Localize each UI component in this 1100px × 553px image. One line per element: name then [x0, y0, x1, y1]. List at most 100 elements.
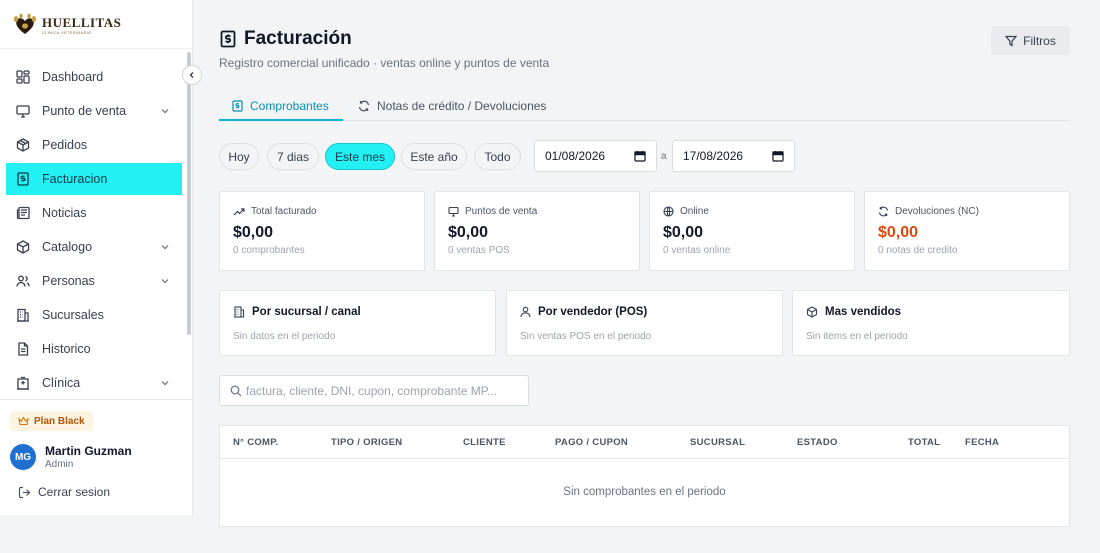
users-icon: [16, 274, 30, 288]
range-chip-todo[interactable]: Todo: [474, 143, 521, 170]
refresh-icon: [878, 206, 889, 217]
column-header[interactable]: N° COMP.: [233, 437, 279, 448]
stat-label: Online: [663, 206, 709, 217]
panel-empty-text: Sin ventas POS en el periodo: [520, 331, 652, 342]
column-header[interactable]: SUCURSAL: [690, 437, 745, 448]
page-subtitle: Registro comercial unificado · ventas on…: [219, 56, 550, 70]
avatar[interactable]: MG: [10, 444, 36, 470]
panel-title-text: Por vendedor (POS): [538, 306, 648, 318]
invoice-icon: [16, 172, 30, 186]
sidebar-item-label: Dashboard: [42, 70, 104, 84]
filters-button[interactable]: Filtros: [991, 26, 1070, 55]
calendar-icon: [634, 150, 646, 162]
sidebar-item-sucursales[interactable]: Sucursales: [6, 299, 182, 331]
sidebar-item-punto-de-venta[interactable]: Punto de venta: [6, 95, 182, 127]
panel-title: Por sucursal / canal: [233, 306, 361, 318]
user-icon: [520, 306, 531, 318]
package-icon: [16, 138, 30, 152]
date-to-input[interactable]: 17/08/2026: [672, 140, 795, 172]
stat-label: Total facturado: [233, 206, 317, 217]
sidebar-footer-divider: [0, 399, 193, 400]
sidebar-item-facturacion[interactable]: Facturacion: [6, 163, 182, 195]
hospital-icon: [16, 376, 30, 390]
box-icon: [806, 306, 818, 318]
building-icon: [16, 308, 30, 322]
active-tab-indicator: [219, 119, 343, 121]
page-title-text: Facturación: [244, 28, 352, 49]
sidebar-item-dashboard[interactable]: Dashboard: [6, 61, 182, 93]
panel-por-vendedor: Por vendedor (POS) Sin ventas POS en el …: [506, 290, 783, 356]
sidebar-item-label: Noticias: [42, 206, 87, 220]
stat-value: $0,00: [878, 224, 919, 241]
stat-label-text: Total facturado: [251, 206, 317, 217]
globe-icon: [663, 206, 674, 217]
date-to-value: 17/08/2026: [683, 149, 744, 163]
tab-notas-de-credito[interactable]: Notas de crédito / Devoluciones: [358, 90, 546, 121]
panel-empty-text: Sin items en el periodo: [806, 331, 908, 342]
sidebar-item-historico[interactable]: Historico: [6, 333, 182, 365]
tab-bar: Comprobantes Notas de crédito / Devoluci…: [219, 90, 1070, 121]
plan-badge: Plan Black: [10, 411, 93, 431]
search-box[interactable]: [219, 375, 529, 406]
brand-tagline: CLINICA VETERINARIA: [42, 29, 92, 35]
range-chip-este-mes[interactable]: Este mes: [325, 143, 395, 170]
stat-label-text: Puntos de venta: [465, 206, 538, 217]
sidebar: HUELLITAS CLINICA VETERINARIA Dashboard …: [0, 0, 193, 515]
column-header[interactable]: ESTADO: [797, 437, 838, 448]
main-content: Facturación Registro comercial unificado…: [194, 0, 1100, 553]
stat-sub: 0 comprobantes: [233, 245, 305, 256]
sidebar-item-label: Facturacion: [42, 172, 108, 186]
table-empty-state: Sin comprobantes en el periodo: [563, 486, 726, 498]
sidebar-item-catalogo[interactable]: Catalogo: [6, 231, 182, 263]
document-icon: [16, 342, 30, 356]
dashboard-icon: [16, 70, 30, 84]
stat-card-total-facturado: Total facturado $0,00 0 comprobantes: [219, 191, 425, 271]
search-input[interactable]: [246, 383, 516, 398]
tab-label: Notas de crédito / Devoluciones: [377, 98, 547, 113]
sidebar-scrollbar[interactable]: [187, 52, 191, 335]
column-header[interactable]: TOTAL: [908, 437, 940, 448]
stat-label: Puntos de venta: [448, 206, 537, 217]
table-header: N° COMP. TIPO / ORIGEN CLIENTE PAGO / CU…: [220, 426, 1069, 459]
range-chip-este-ano[interactable]: Este año: [401, 143, 467, 170]
invoices-table: N° COMP. TIPO / ORIGEN CLIENTE PAGO / CU…: [219, 425, 1070, 527]
date-from-input[interactable]: 01/08/2026: [534, 140, 657, 172]
date-separator: a: [661, 151, 667, 162]
sidebar-item-clinica[interactable]: Clínica: [6, 367, 182, 399]
sidebar-item-noticias[interactable]: Noticias: [6, 197, 182, 229]
search-icon: [230, 385, 242, 397]
stat-value: $0,00: [233, 224, 274, 241]
tab-comprobantes[interactable]: Comprobantes: [232, 90, 329, 121]
stat-sub: 0 ventas POS: [448, 245, 510, 256]
box-icon: [16, 240, 30, 254]
stat-value: $0,00: [448, 224, 489, 241]
stat-sub: 0 ventas online: [663, 245, 731, 256]
column-header[interactable]: CLIENTE: [463, 437, 506, 448]
chevron-down-icon: [160, 106, 170, 116]
range-chip-hoy[interactable]: Hoy: [219, 143, 259, 170]
chevron-down-icon: [160, 276, 170, 286]
logout-button[interactable]: Cerrar sesion: [18, 485, 110, 499]
panel-empty-text: Sin datos en el periodo: [233, 331, 336, 342]
brand-logo[interactable]: HUELLITAS CLINICA VETERINARIA: [12, 12, 121, 38]
panel-mas-vendidos: Mas vendidos Sin items en el periodo: [792, 290, 1070, 356]
refresh-icon: [358, 100, 370, 112]
sidebar-collapse-button[interactable]: [182, 65, 202, 85]
page-title: Facturación: [220, 28, 352, 50]
stat-label: Devoluciones (NC): [878, 206, 979, 217]
column-header[interactable]: TIPO / ORIGEN: [331, 437, 402, 448]
chevron-down-icon: [160, 242, 170, 252]
column-header[interactable]: PAGO / CUPON: [555, 437, 628, 448]
range-chip-7-dias[interactable]: 7 dias: [267, 143, 319, 170]
stat-card-puntos-de-venta: Puntos de venta $0,00 0 ventas POS: [434, 191, 640, 271]
sidebar-item-personas[interactable]: Personas: [6, 265, 182, 297]
panel-title-text: Mas vendidos: [825, 306, 902, 318]
sidebar-item-label: Sucursales: [42, 308, 104, 322]
user-name: Martin Guzman: [45, 444, 132, 458]
monitor-icon: [448, 206, 459, 217]
sidebar-item-pedidos[interactable]: Pedidos: [6, 129, 182, 161]
calendar-icon: [772, 150, 784, 162]
newspaper-icon: [16, 206, 30, 220]
chevron-left-icon: [188, 71, 196, 79]
column-header[interactable]: FECHA: [965, 437, 999, 448]
